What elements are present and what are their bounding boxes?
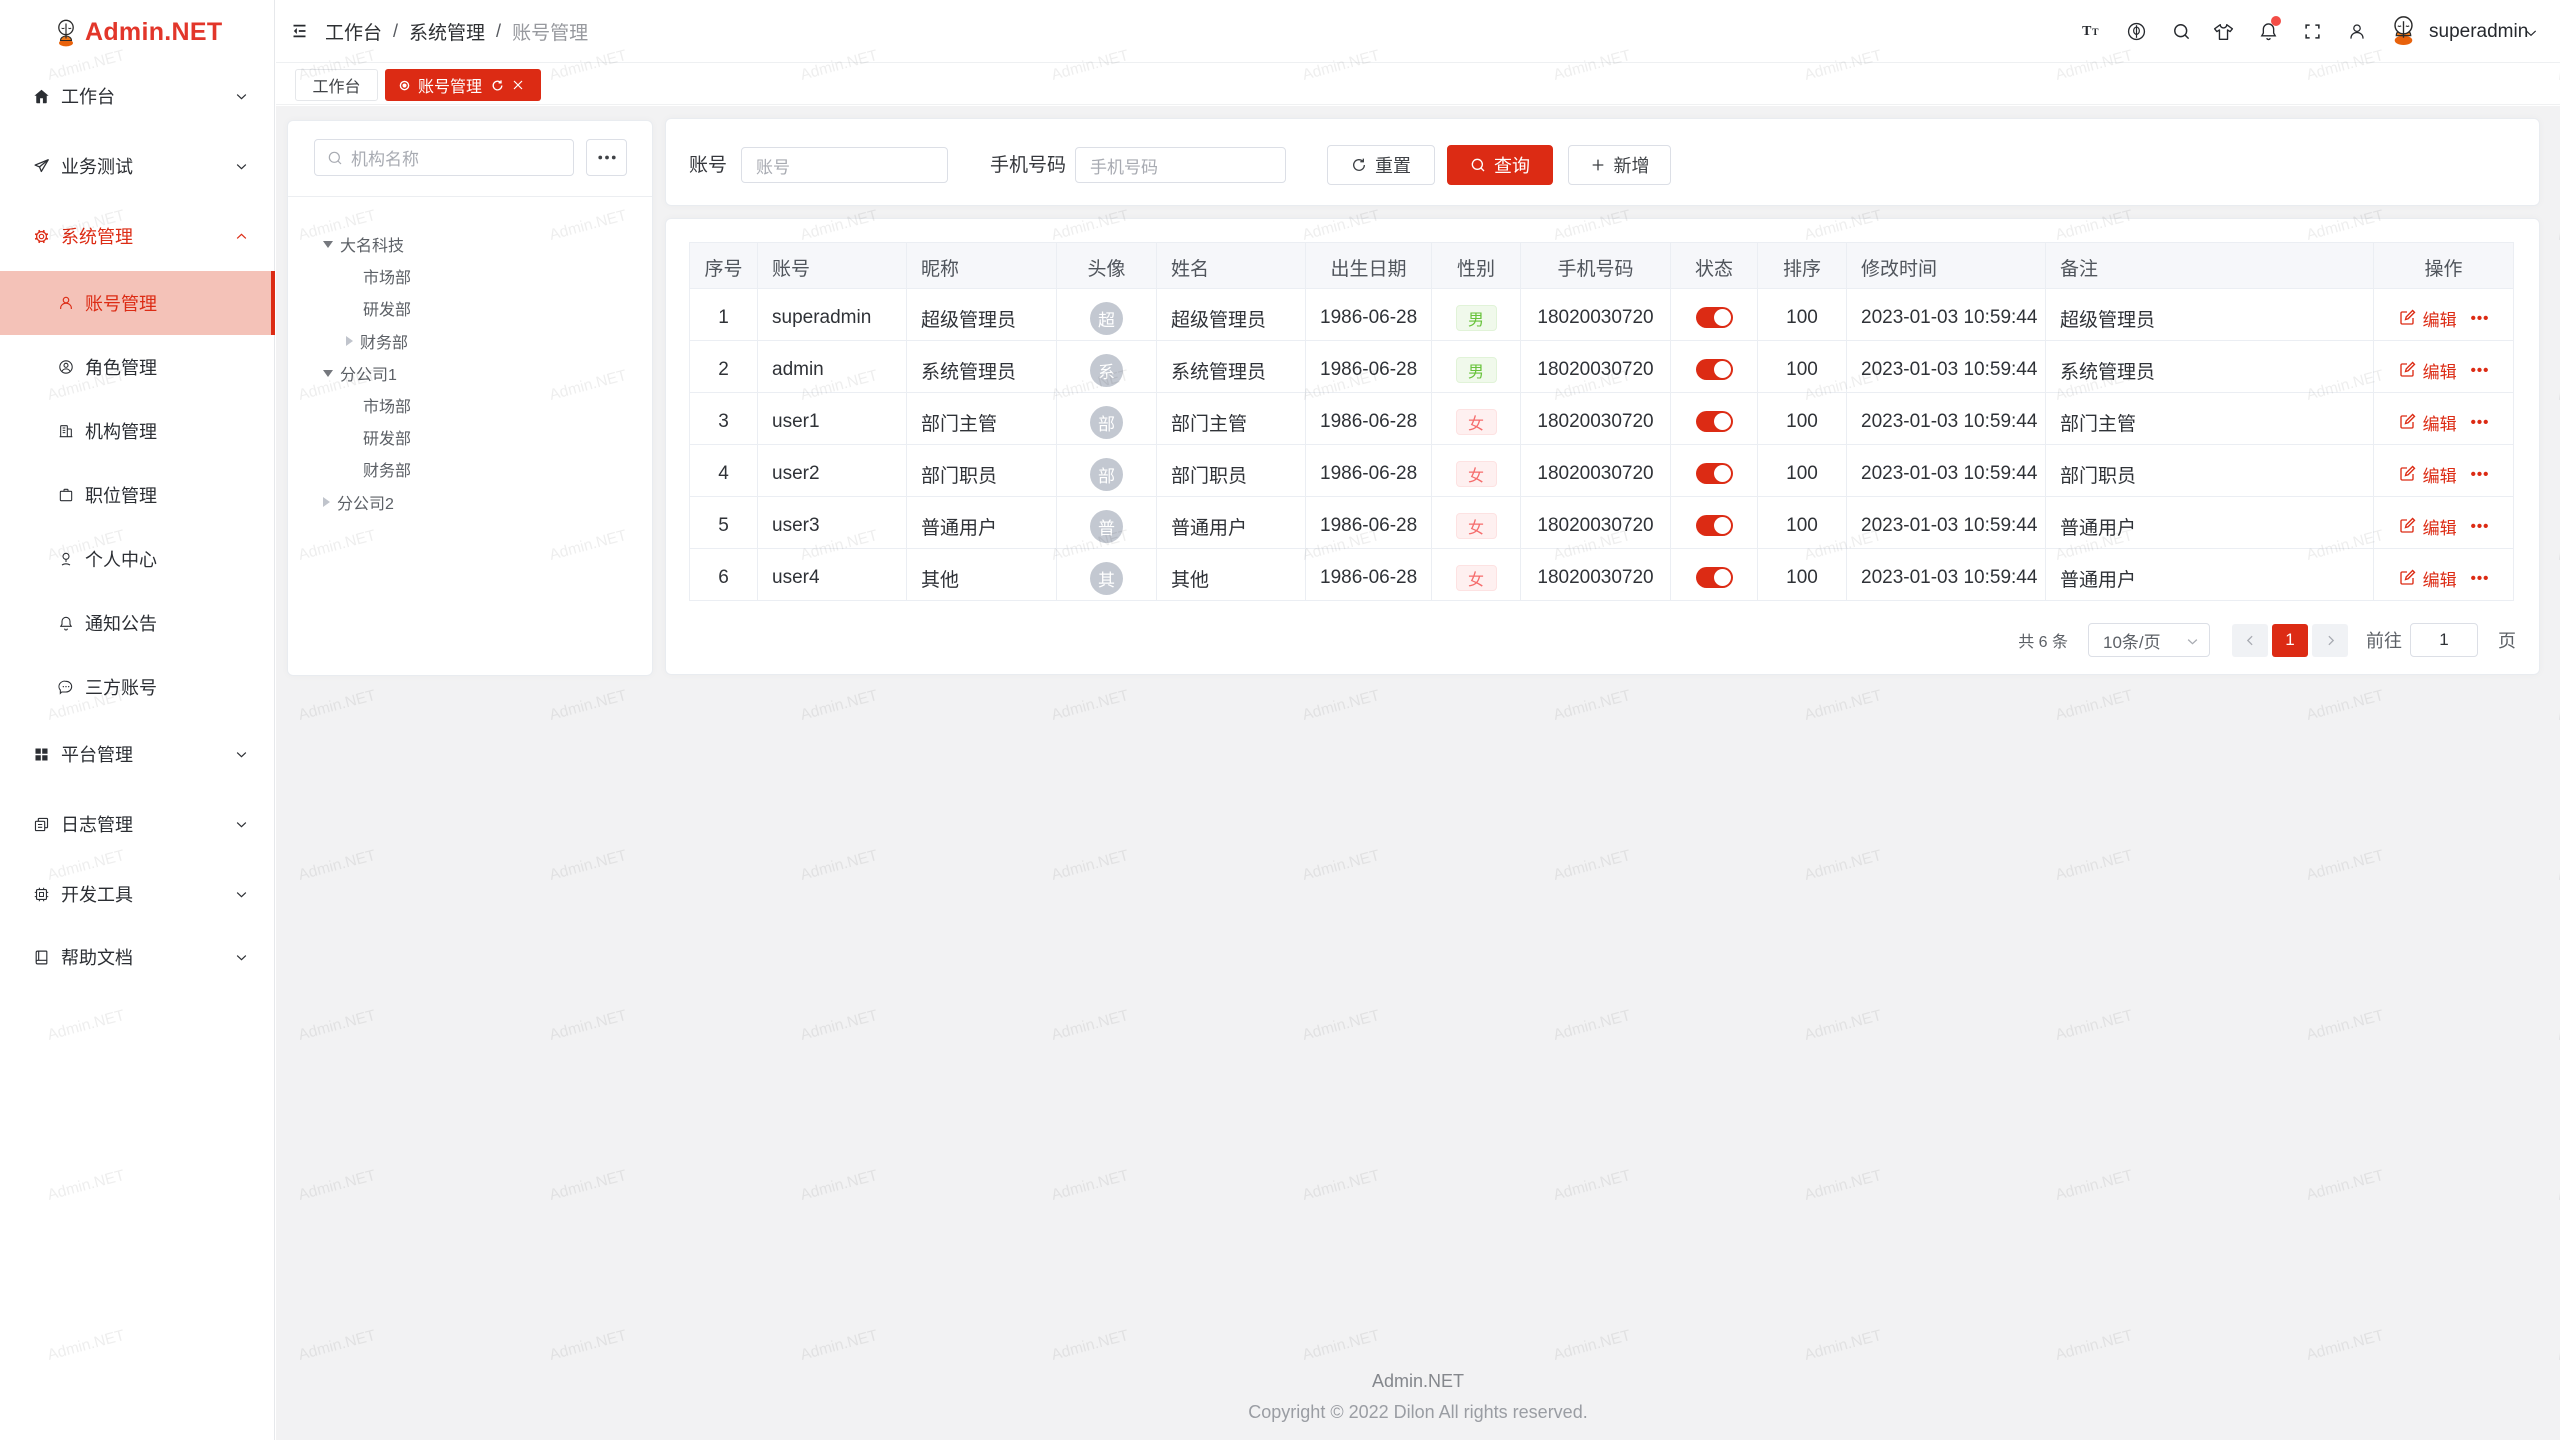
svg-text:T: T xyxy=(2082,24,2092,39)
svg-text:T: T xyxy=(2092,27,2099,38)
